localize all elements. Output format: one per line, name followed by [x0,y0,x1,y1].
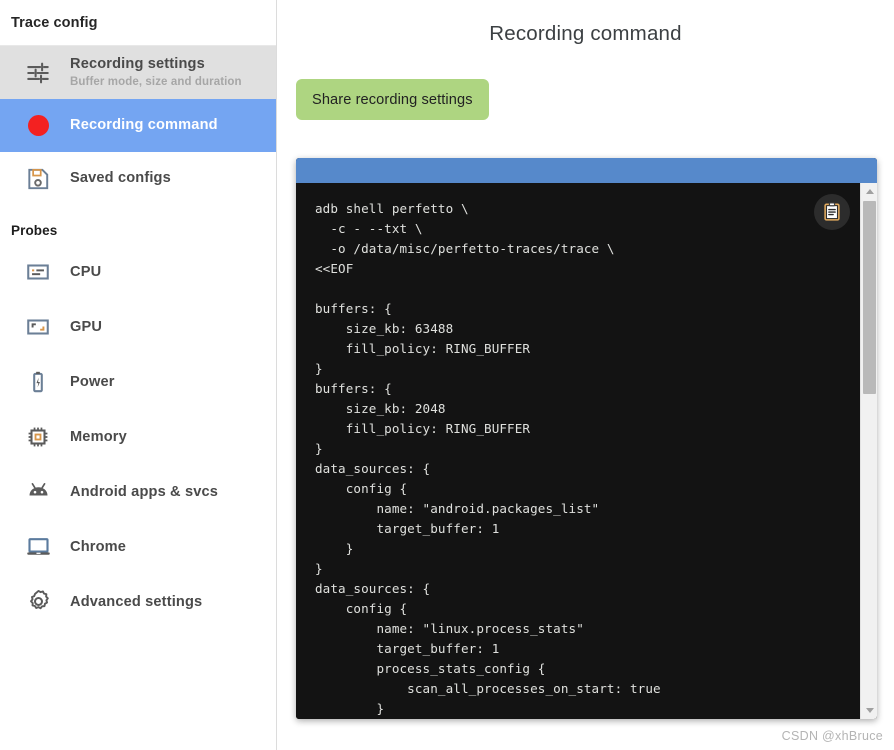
code-card-topbar [296,158,877,183]
sidebar-item-label: Advanced settings [70,593,203,610]
share-recording-settings-button[interactable]: Share recording settings [296,79,489,120]
save-floppy-icon [22,163,54,195]
sidebar-item-gpu[interactable]: GPU [0,299,276,354]
sidebar-item-title: Recording settings [70,56,205,73]
sidebar-item-label: GPU [70,318,103,335]
scroll-up-arrow-icon[interactable] [861,183,877,200]
clipboard-copy-icon[interactable] [814,194,850,230]
code-body: adb shell perfetto \ -c - --txt \ -o /da… [296,183,877,719]
sidebar-item-recording-settings-text: Recording settings Buffer mode, size and… [70,56,242,89]
sidebar-item-label: Android apps & svcs [70,483,219,500]
tune-sliders-icon [22,57,54,89]
sidebar-item-saved-configs-text: Saved configs [70,170,171,188]
sidebar-item-recording-command[interactable]: Recording command [0,99,276,152]
recording-command-code[interactable]: adb shell perfetto \ -c - --txt \ -o /da… [296,183,877,719]
sidebar-item-label: Memory [70,428,127,445]
gear-icon [22,586,54,618]
sidebar-item-advanced-settings[interactable]: Advanced settings [0,574,276,629]
sidebar-item-cpu[interactable]: CPU [0,244,276,299]
scroll-down-arrow-icon[interactable] [861,702,877,719]
sidebar-item-android-apps[interactable]: Android apps & svcs [0,464,276,519]
gpu-icon [22,311,54,343]
record-dot-icon [22,110,54,142]
sidebar-header-title: Trace config [11,14,98,31]
sidebar-item-saved-configs[interactable]: Saved configs [0,152,276,205]
perfetto-record-page: Trace config Recording settings Buffer m… [0,0,894,750]
sidebar-item-power[interactable]: Power [0,354,276,409]
probes-section-label: Probes [11,223,58,238]
sidebar-item-recording-settings[interactable]: Recording settings Buffer mode, size and… [0,46,276,99]
android-icon [22,476,54,508]
scrollbar-thumb[interactable] [863,201,876,394]
memory-chip-icon [22,421,54,453]
sidebar-item-label: Power [70,373,115,390]
sidebar-item-chrome[interactable]: Chrome [0,519,276,574]
cpu-icon [22,256,54,288]
laptop-icon [22,531,54,563]
sidebar-header: Trace config [0,0,276,46]
sidebar: Trace config Recording settings Buffer m… [0,0,277,750]
sidebar-item-label: CPU [70,263,102,280]
watermark: CSDN @xhBruce [781,729,883,743]
main-content: Recording command Share recording settin… [277,0,894,750]
sidebar-item-recording-command-text: Recording command [70,117,218,135]
sidebar-item-memory[interactable]: Memory [0,409,276,464]
sidebar-item-subtitle: Buffer mode, size and duration [70,75,242,88]
recording-command-card: adb shell perfetto \ -c - --txt \ -o /da… [296,158,877,719]
battery-icon [22,366,54,398]
sidebar-item-title: Saved configs [70,169,171,186]
sidebar-item-title: Recording command [70,116,218,133]
code-scrollbar[interactable] [860,183,877,719]
sidebar-item-label: Chrome [70,538,127,555]
page-title: Recording command [489,22,682,45]
